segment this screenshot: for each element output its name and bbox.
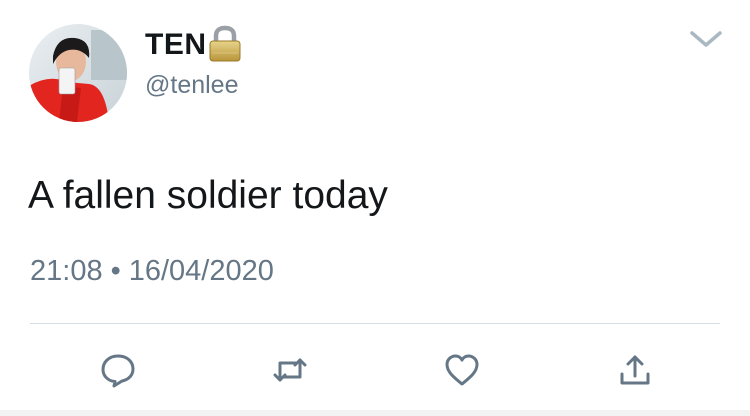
retweet-button[interactable] xyxy=(270,350,310,390)
tweet-card: SE TEN @tenlee A fallen soldier today 21… xyxy=(0,0,750,416)
tweet-date: 16/04/2020 xyxy=(128,255,274,287)
svg-text:SE: SE xyxy=(37,112,49,122)
share-button[interactable] xyxy=(615,350,655,390)
tweet-time: 21:08 xyxy=(30,255,103,287)
like-button[interactable] xyxy=(442,350,482,390)
bottom-separator xyxy=(0,410,750,416)
meta-separator: • xyxy=(110,255,121,287)
chevron-down-icon[interactable] xyxy=(688,27,724,51)
heart-icon xyxy=(445,354,479,386)
reply-button[interactable] xyxy=(98,350,138,390)
tweet-timestamp[interactable]: 21:08 • 16/04/2020 xyxy=(30,253,274,289)
display-name[interactable]: TEN xyxy=(145,27,207,63)
avatar[interactable]: SE xyxy=(29,24,127,122)
tweet-text: A fallen soldier today xyxy=(28,174,388,217)
retweet-arrows-icon xyxy=(273,358,307,382)
share-upload-icon xyxy=(620,355,650,385)
lock-icon xyxy=(209,25,241,62)
divider xyxy=(30,323,720,324)
comment-bubble-icon xyxy=(101,354,135,388)
avatar-image: SE xyxy=(29,24,127,122)
user-handle[interactable]: @tenlee xyxy=(145,70,239,100)
